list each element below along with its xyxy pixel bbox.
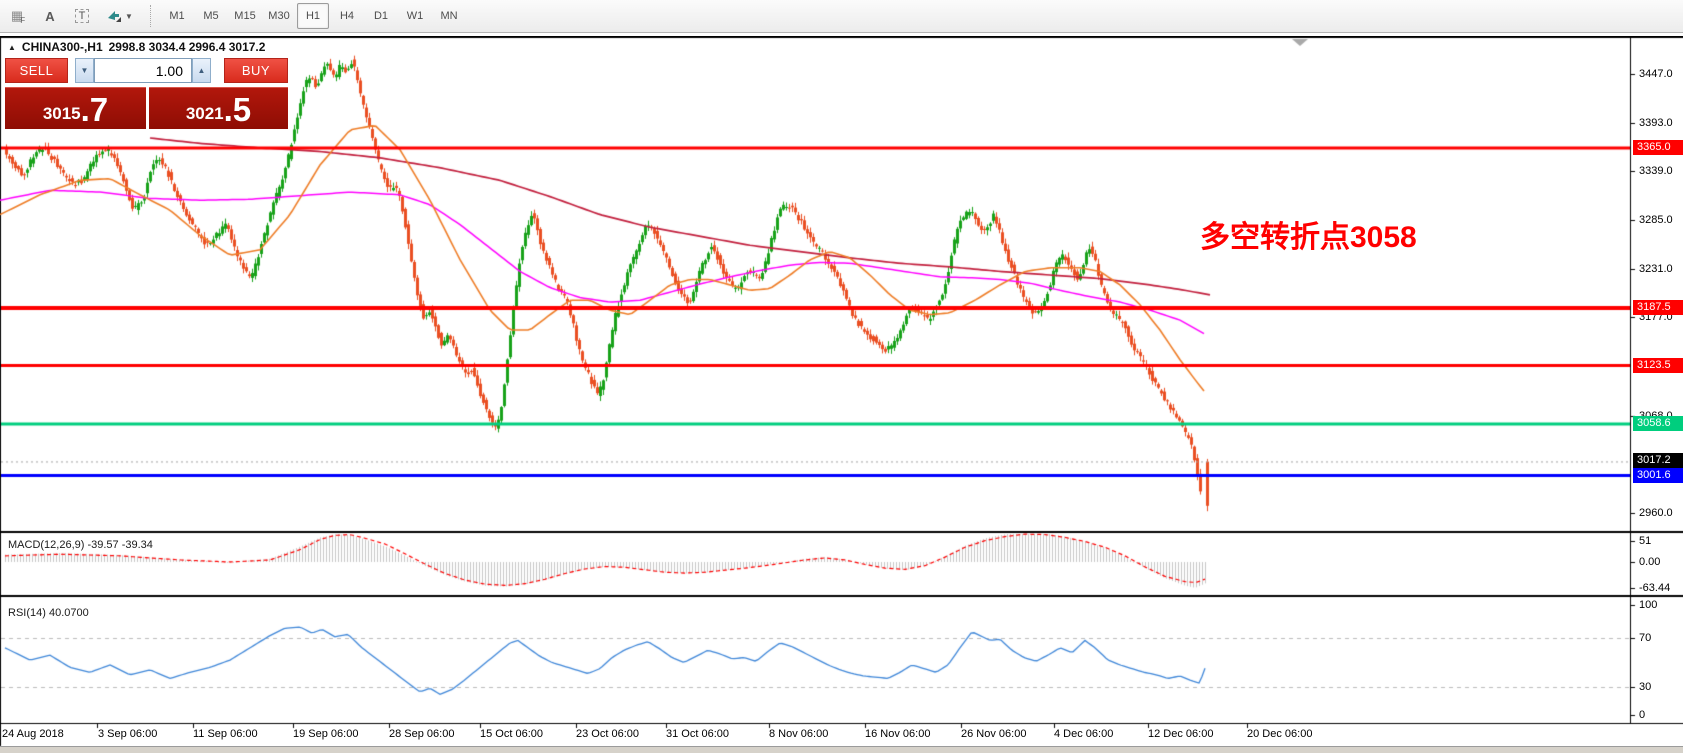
collapse-arrow-icon[interactable]: ▲ <box>8 43 16 52</box>
timeframe-mn[interactable]: MN <box>433 3 465 29</box>
grid-icon-sub: F <box>20 15 26 25</box>
time-axis-label: 24 Aug 2018 <box>2 728 64 740</box>
time-axis-label: 11 Sep 06:00 <box>193 728 258 740</box>
timeframe-m15[interactable]: M15 <box>229 3 261 29</box>
sell-price-frac: .7 <box>80 91 109 128</box>
rsi-tick-label: 0 <box>1639 709 1646 721</box>
price-line-label: 3001.6 <box>1633 468 1683 483</box>
time-axis-label: 15 Oct 06:00 <box>480 728 543 740</box>
chart-region: ▲ CHINA300-,H1 2998.8 3034.4 2996.4 3017… <box>0 36 1683 753</box>
time-axis-label: 19 Sep 06:00 <box>293 728 359 740</box>
time-axis-label: 23 Oct 06:00 <box>576 728 639 740</box>
timeframe-m30[interactable]: M30 <box>263 3 295 29</box>
time-axis-label: 26 Nov 06:00 <box>961 728 1027 740</box>
price-line-label: 3187.5 <box>1633 300 1683 315</box>
sell-button[interactable]: SELL <box>5 58 68 83</box>
grid-tool-icon[interactable]: ▦ F <box>4 3 32 29</box>
price-tick-label: 3447.0 <box>1639 68 1673 80</box>
rsi-tick-label: 70 <box>1639 632 1652 644</box>
timeframe-w1[interactable]: W1 <box>399 3 431 29</box>
price-tick-label: 3339.0 <box>1639 165 1673 177</box>
timeframe-m5[interactable]: M5 <box>195 3 227 29</box>
macd-tick-label: 0.00 <box>1639 556 1661 568</box>
volume-increase-button[interactable]: ▲ <box>192 58 211 83</box>
label-icon: T <box>74 9 90 23</box>
macd-tick-label: -63.44 <box>1639 582 1671 594</box>
timeframe-h1[interactable]: H1 <box>297 3 329 29</box>
text-tool-icon[interactable]: A <box>36 3 64 29</box>
price-line-label: 3123.5 <box>1633 358 1683 373</box>
buy-price-frac: .5 <box>223 91 252 128</box>
chart-canvas[interactable] <box>0 36 1683 752</box>
toolbar-separator <box>150 5 152 27</box>
sell-price-whole: 3015 <box>42 104 81 123</box>
sell-price-button[interactable]: 3015 .7 <box>5 87 146 129</box>
time-axis-label: 8 Nov 06:00 <box>769 728 829 740</box>
buy-price-button[interactable]: 3021 .5 <box>149 87 288 129</box>
time-axis-label: 16 Nov 06:00 <box>865 728 931 740</box>
price-line-label: 3365.0 <box>1633 140 1683 155</box>
rsi-tick-label: 30 <box>1639 681 1652 693</box>
timeframe-m1[interactable]: M1 <box>161 3 193 29</box>
price-tick-label: 3231.0 <box>1639 263 1673 275</box>
buy-price-whole: 3021 <box>185 104 224 123</box>
time-axis-label: 28 Sep 06:00 <box>389 728 455 740</box>
volume-input[interactable] <box>94 58 192 83</box>
timeframe-h4[interactable]: H4 <box>331 3 363 29</box>
volume-decrease-button[interactable]: ▼ <box>75 58 94 83</box>
top-toolbar: ▦ F A T ▼ M1 M5 M15 M30 H1 H4 D1 W1 MN <box>0 0 1683 33</box>
macd-header: MACD(12,26,9) -39.57 -39.34 <box>8 539 153 551</box>
rsi-header: RSI(14) 40.0700 <box>8 607 89 619</box>
price-tick-label: 3393.0 <box>1639 117 1673 129</box>
time-axis-label: 4 Dec 06:00 <box>1054 728 1114 740</box>
ohlc-values: 2998.8 3034.4 2996.4 3017.2 <box>108 40 266 54</box>
time-axis-label: 31 Oct 06:00 <box>666 728 729 740</box>
symbol-header: ▲ CHINA300-,H1 2998.8 3034.4 2996.4 3017… <box>8 40 265 54</box>
symbol-title: CHINA300-,H1 <box>21 40 103 54</box>
dropdown-caret-icon: ▼ <box>125 11 133 21</box>
current-price-label: 3017.2 <box>1633 453 1683 468</box>
timeframe-d1[interactable]: D1 <box>365 3 397 29</box>
time-axis-label: 20 Dec 06:00 <box>1247 728 1313 740</box>
rsi-tick-label: 100 <box>1639 599 1658 611</box>
price-line-label: 3058.6 <box>1633 416 1683 431</box>
time-axis-label: 3 Sep 06:00 <box>98 728 158 740</box>
arrows-tool-icon[interactable]: ▼ <box>100 3 140 29</box>
chart-annotation-text: 多空转折点3058 <box>1200 221 1417 254</box>
price-tick-label: 3285.0 <box>1639 214 1673 226</box>
trade-panel-row: SELL ▼ ▲ BUY <box>5 58 288 83</box>
buy-button[interactable]: BUY <box>224 58 288 83</box>
macd-tick-label: 51 <box>1639 535 1652 547</box>
time-axis-label: 12 Dec 06:00 <box>1148 728 1214 740</box>
price-tick-label: 2960.0 <box>1639 507 1673 519</box>
one-click-trade-panel: SELL ▼ ▲ BUY 3015 .7 3021 .5 <box>5 58 288 129</box>
label-tool-icon[interactable]: T <box>68 3 96 29</box>
arrows-icon <box>108 11 122 22</box>
